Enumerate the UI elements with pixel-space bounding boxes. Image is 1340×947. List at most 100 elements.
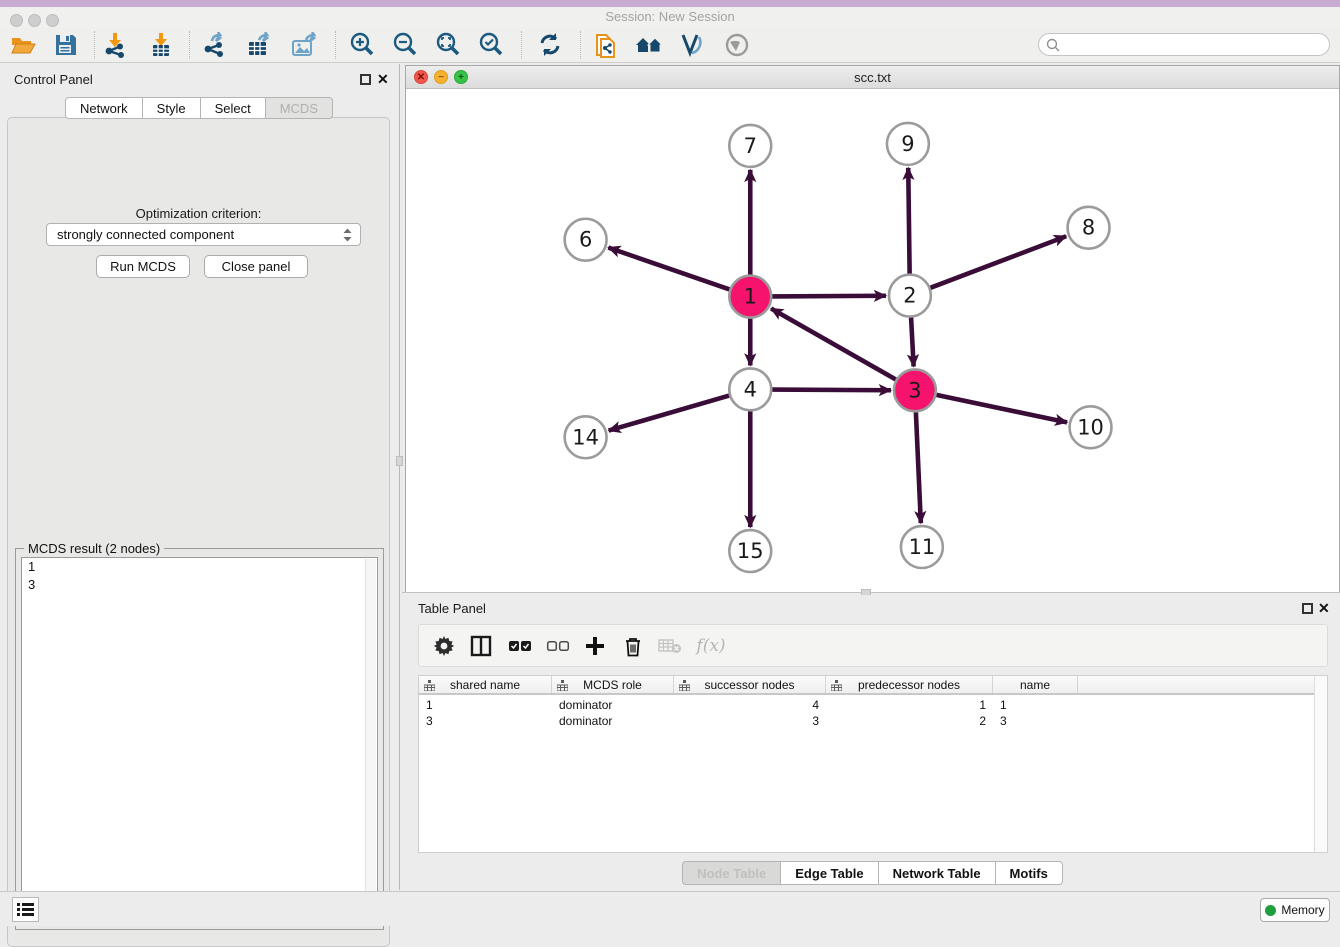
import-table-icon[interactable] [147, 31, 175, 59]
float-panel-icon[interactable] [1302, 603, 1313, 614]
memory-button[interactable]: Memory [1260, 898, 1330, 922]
tab-select[interactable]: Select [200, 97, 265, 119]
table-cell[interactable]: 1 [419, 697, 552, 713]
edge-2-3[interactable] [911, 318, 914, 367]
tab-network-table[interactable]: Network Table [878, 861, 995, 885]
hide-details-icon[interactable] [678, 31, 706, 59]
edge-3-11[interactable] [916, 412, 921, 523]
network-window-titlebar[interactable]: ✕ − + scc.txt [406, 66, 1339, 89]
tab-mcds[interactable]: MCDS [265, 97, 333, 119]
save-session-icon[interactable] [52, 31, 80, 59]
network-window-title: scc.txt [406, 70, 1339, 85]
column-header-MCDS-role[interactable]: MCDS role [552, 676, 674, 693]
node-table[interactable]: shared nameMCDS rolesuccessor nodesprede… [418, 675, 1328, 853]
table-cell[interactable]: 1 [826, 697, 993, 713]
column-header-successor-nodes[interactable]: successor nodes [674, 676, 826, 693]
titlebar: Session: New Session [0, 7, 1340, 27]
panel-divider[interactable] [402, 592, 1340, 593]
node-label-1: 1 [744, 285, 757, 309]
tab-motifs[interactable]: Motifs [995, 861, 1063, 885]
scrollbar[interactable] [1314, 676, 1327, 852]
tab-style[interactable]: Style [142, 97, 200, 119]
control-panel-tabs: NetworkStyleSelectMCDS [0, 97, 398, 119]
column-header-shared-name[interactable]: shared name [419, 676, 552, 693]
table-toolbar: f(x) [418, 624, 1328, 667]
zoom-fit-icon[interactable] [434, 31, 462, 59]
table-cell[interactable]: dominator [552, 713, 674, 729]
export-table-icon[interactable] [245, 31, 273, 59]
table-row[interactable]: 1dominator411 [419, 697, 1315, 713]
column-header-predecessor-nodes[interactable]: predecessor nodes [826, 676, 993, 693]
table-cell[interactable]: 2 [826, 713, 993, 729]
column-browser-icon[interactable] [468, 633, 494, 659]
table-cell[interactable]: 3 [419, 713, 552, 729]
eye-icon[interactable] [722, 31, 750, 59]
delete-column-icon[interactable] [620, 633, 646, 659]
mcds-result-title: MCDS result (2 nodes) [24, 541, 164, 556]
edge-4-3[interactable] [772, 390, 891, 391]
close-panel-button[interactable]: Close panel [204, 255, 308, 278]
close-panel-icon[interactable]: ✕ [377, 71, 389, 88]
table-row[interactable]: 3dominator323 [419, 713, 1315, 729]
edge-2-9[interactable] [908, 168, 909, 274]
node-label-8: 8 [1082, 216, 1095, 240]
table-cell[interactable]: 4 [674, 697, 826, 713]
edge-3-10[interactable] [936, 395, 1067, 422]
memory-status-icon [1265, 905, 1276, 916]
panel-divider-handle[interactable] [396, 456, 403, 466]
add-column-icon[interactable] [582, 633, 608, 659]
gear-icon[interactable] [431, 633, 457, 659]
network-graph[interactable]: 1234678910111415 [406, 89, 1339, 591]
import-network-icon[interactable] [101, 31, 129, 59]
mcds-result-item[interactable]: 3 [22, 576, 377, 594]
mcds-result-item[interactable]: 1 [22, 558, 377, 576]
window-accent-strip [0, 0, 1340, 7]
open-session-icon[interactable] [9, 31, 37, 59]
criterion-select[interactable]: strongly connected component [46, 223, 361, 246]
search-input[interactable] [1063, 36, 1323, 53]
table-header-row: shared nameMCDS rolesuccessor nodesprede… [419, 676, 1315, 695]
node-label-9: 9 [901, 132, 914, 156]
table-cell[interactable]: 3 [674, 713, 826, 729]
node-label-10: 10 [1077, 415, 1104, 439]
export-image-icon[interactable] [290, 31, 318, 59]
mcds-result-list[interactable]: 13 [21, 557, 378, 923]
edge-1-2[interactable] [772, 296, 886, 297]
search-field[interactable] [1038, 33, 1330, 56]
edge-4-14[interactable] [609, 396, 730, 431]
node-label-6: 6 [579, 228, 592, 252]
tab-edge-table[interactable]: Edge Table [780, 861, 877, 885]
edge-2-8[interactable] [930, 236, 1066, 288]
network-canvas[interactable]: 1234678910111415 [406, 89, 1339, 591]
edge-1-6[interactable] [608, 248, 729, 290]
panel-divider[interactable] [399, 64, 400, 890]
select-all-icon[interactable] [507, 633, 533, 659]
refresh-layout-icon[interactable] [536, 31, 564, 59]
zoom-selected-icon[interactable] [477, 31, 505, 59]
export-network-icon[interactable] [200, 31, 228, 59]
table-cell[interactable]: 3 [993, 713, 1078, 729]
home-icon[interactable] [634, 31, 662, 59]
zoom-out-icon[interactable] [391, 31, 419, 59]
function-builder-icon: f(x) [691, 633, 731, 659]
edge-3-1[interactable] [771, 308, 896, 379]
table-tabs: Node TableEdge TableNetwork TableMotifs [405, 861, 1340, 890]
task-history-button[interactable] [12, 897, 39, 922]
node-label-15: 15 [737, 539, 764, 563]
table-cell[interactable]: dominator [552, 697, 674, 713]
deselect-all-icon[interactable] [545, 633, 571, 659]
tab-network[interactable]: Network [65, 97, 142, 119]
toolbar-separator [189, 31, 190, 59]
zoom-in-icon[interactable] [348, 31, 376, 59]
toolbar-separator [521, 31, 522, 59]
table-cell[interactable]: 1 [993, 697, 1078, 713]
node-label-2: 2 [903, 284, 916, 308]
scrollbar[interactable] [365, 559, 376, 923]
run-mcds-button[interactable]: Run MCDS [96, 255, 190, 278]
float-panel-icon[interactable] [360, 74, 371, 85]
column-header-name[interactable]: name [993, 676, 1078, 693]
close-panel-icon[interactable]: ✕ [1318, 600, 1330, 617]
new-network-icon[interactable] [592, 31, 620, 59]
tab-node-table[interactable]: Node Table [682, 861, 780, 885]
control-panel-header: Control Panel ✕ [0, 65, 398, 95]
